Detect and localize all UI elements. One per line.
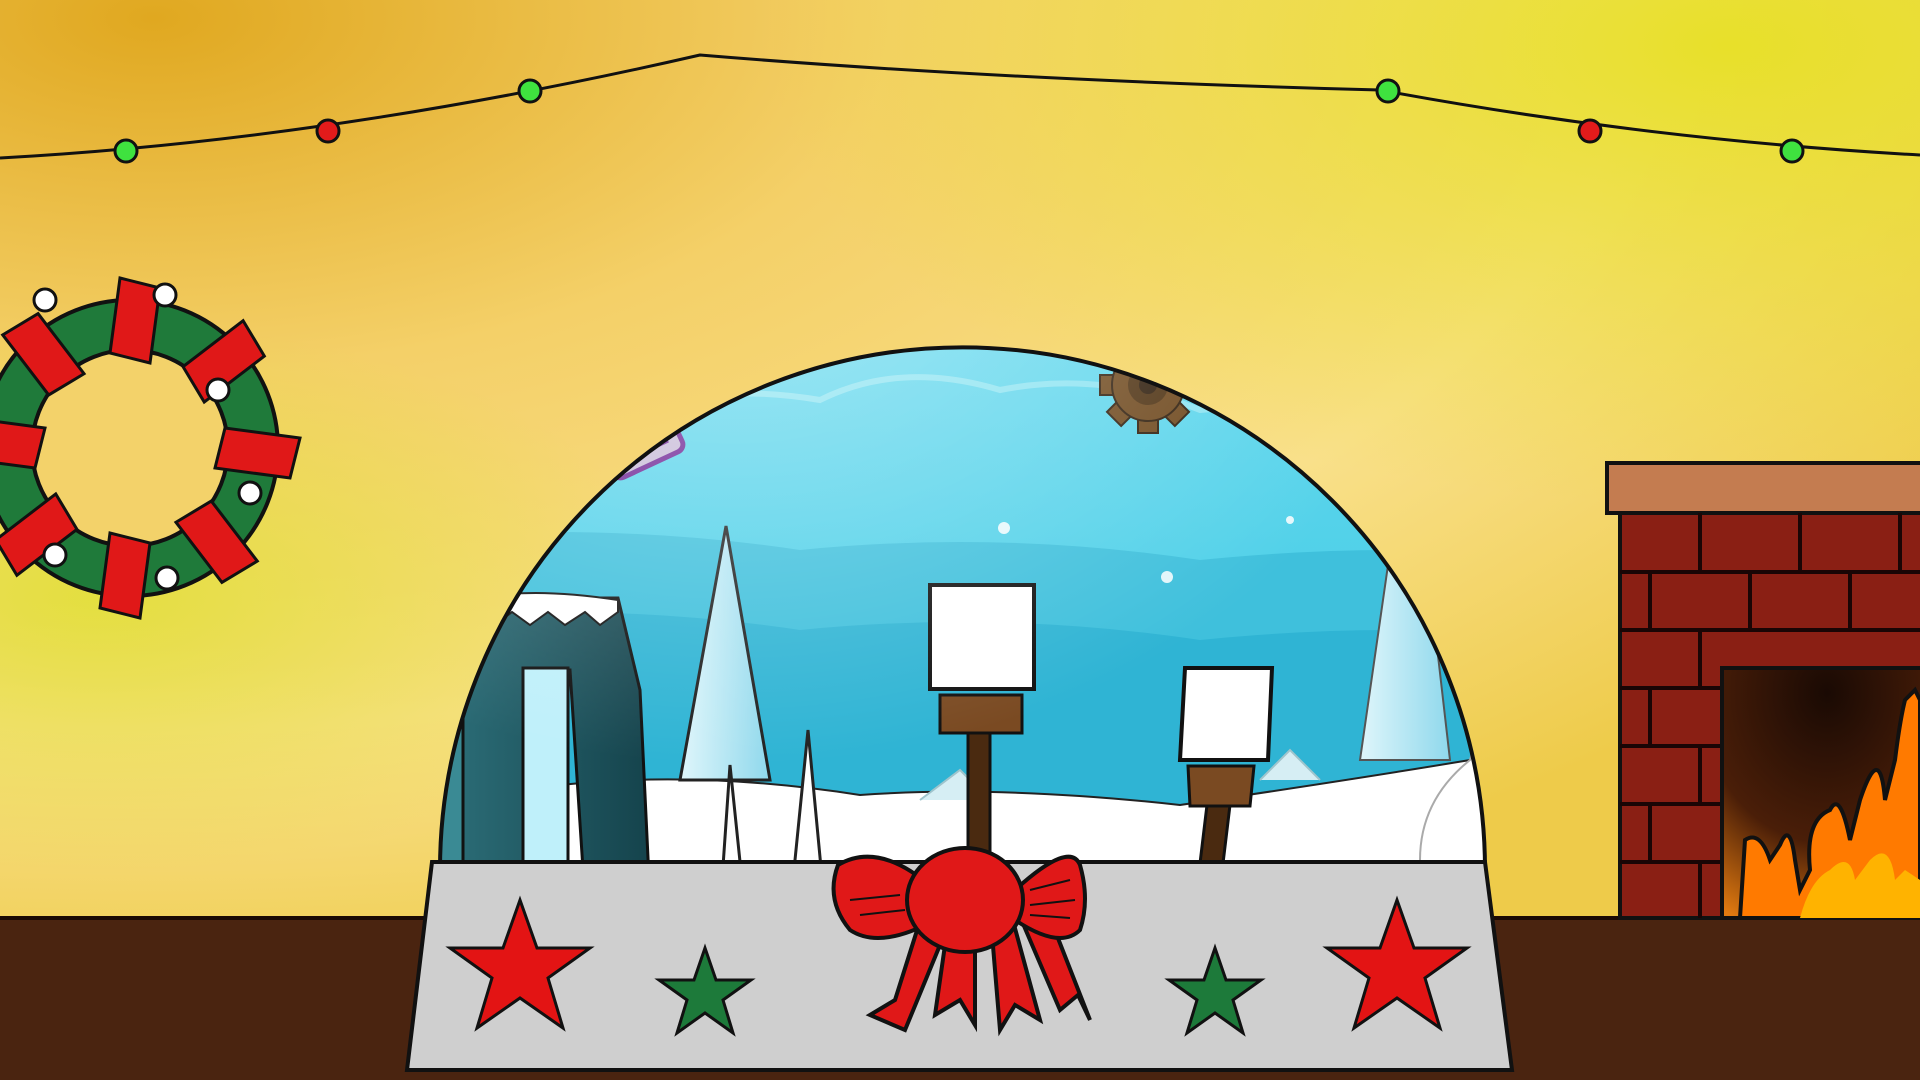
light-green-4 [1779,138,1805,164]
fireplace [1605,461,1920,920]
light-red-1 [315,118,341,144]
light-green-3 [1375,78,1401,104]
light-red-2 [1577,118,1603,144]
mantel [1605,461,1920,515]
light-green-1 [113,138,139,164]
game-scene [0,0,1920,1080]
bow-knot [905,846,1025,954]
light-green-2 [517,78,543,104]
